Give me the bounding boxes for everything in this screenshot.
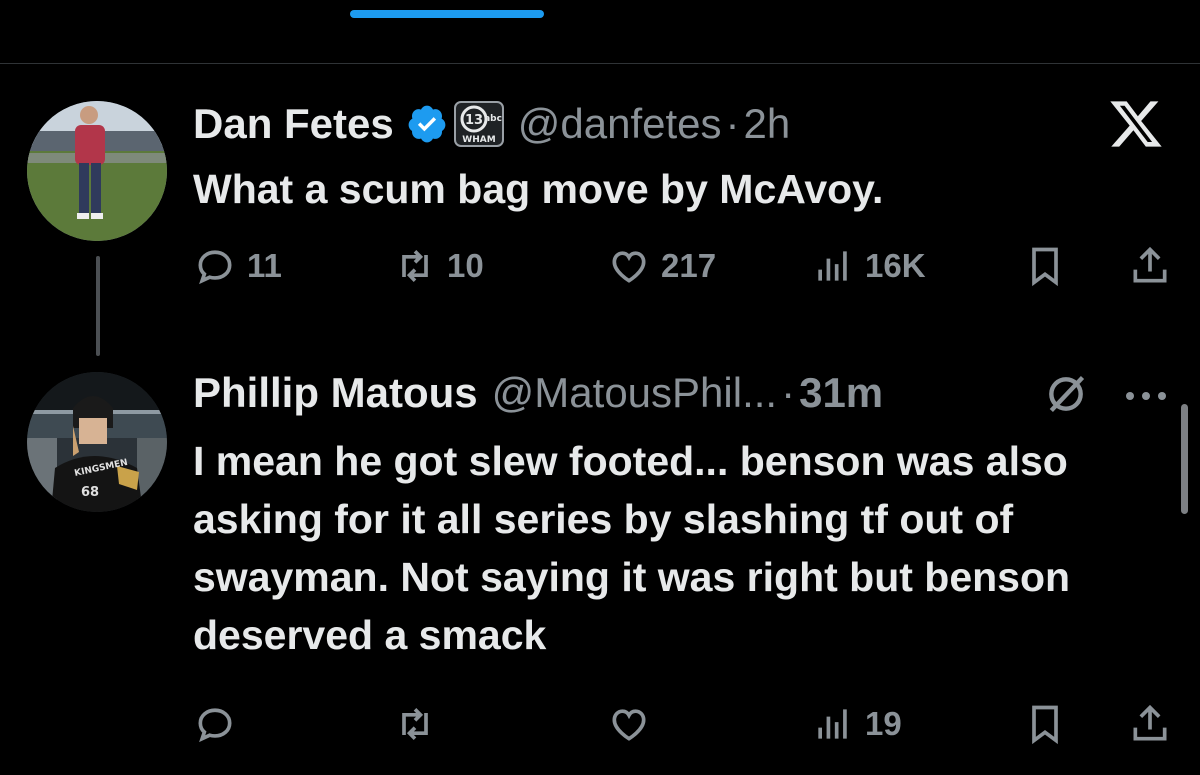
like-icon	[612, 709, 646, 741]
affiliation-number: 13	[465, 113, 483, 128]
author-handle[interactable]: @MatousPhil...	[492, 369, 777, 417]
timestamp[interactable]: 2h	[744, 100, 791, 148]
like-icon	[612, 251, 646, 283]
reply-button[interactable]	[193, 694, 247, 754]
bookmark-icon	[1032, 705, 1058, 745]
bookmark-button[interactable]	[1023, 236, 1077, 296]
jersey-number: 68	[81, 485, 99, 500]
bookmark-icon	[1032, 247, 1058, 287]
views-icon	[818, 251, 847, 281]
more-icon[interactable]	[1124, 390, 1168, 402]
active-tab-indicator	[350, 10, 544, 18]
reply-count: 11	[247, 247, 282, 284]
author-name[interactable]: Dan Fetes	[193, 100, 394, 148]
affiliation-abc: abc	[484, 114, 502, 124]
bookmark-button[interactable]	[1023, 694, 1077, 754]
share-icon	[1133, 246, 1167, 283]
tweet-2-header: Phillip Matous @MatousPhil... · 31m	[193, 365, 883, 421]
view-count: 19	[865, 705, 902, 742]
repost-button[interactable]: 10	[393, 236, 484, 296]
verified-icon	[408, 105, 446, 143]
repost-button[interactable]	[393, 694, 447, 754]
repost-icon	[402, 708, 428, 740]
scrollbar[interactable]	[1181, 404, 1188, 514]
tweet-2-text: I mean he got slew footed... benson was …	[193, 438, 1071, 658]
views-icon	[818, 709, 847, 739]
abc-13-wham-logo-icon: 13 abc WHAM	[453, 101, 504, 147]
repost-count: 10	[447, 247, 484, 284]
like-count: 217	[661, 247, 717, 284]
thread-connector	[96, 256, 100, 356]
tweet-1-actions: 11 10 217 16K	[193, 236, 1173, 296]
share-icon	[1133, 704, 1167, 741]
share-button[interactable]	[1128, 694, 1182, 754]
x-logo-icon[interactable]	[1108, 96, 1164, 152]
avatar-phillip-matous[interactable]: KINGSMEN 68	[27, 372, 167, 512]
separator: ·	[781, 369, 796, 416]
view-count: 16K	[865, 247, 926, 284]
views-button[interactable]: 19	[811, 694, 902, 754]
affiliation-wham: WHAM	[462, 135, 495, 145]
author-name[interactable]: Phillip Matous	[193, 369, 478, 417]
reply-button[interactable]: 11	[193, 236, 282, 296]
reply-icon	[198, 708, 232, 743]
like-button[interactable]: 217	[607, 236, 716, 296]
timestamp[interactable]: 31m	[799, 369, 883, 417]
divider	[0, 63, 1200, 64]
reply-icon	[198, 250, 232, 285]
avatar-dan-fetes[interactable]	[27, 101, 167, 241]
views-button[interactable]: 16K	[811, 236, 926, 296]
repost-icon	[402, 250, 428, 282]
tweet-1-text: What a scum bag move by McAvoy.	[193, 166, 884, 212]
like-button[interactable]	[607, 694, 661, 754]
share-button[interactable]	[1128, 236, 1182, 296]
muted-icon[interactable]	[1044, 372, 1088, 416]
tweet-2-actions: 19	[193, 694, 1173, 754]
author-handle[interactable]: @danfetes	[518, 100, 722, 148]
tweet-1-header: Dan Fetes 13 abc WHAM @danfetes · 2h	[193, 96, 790, 152]
separator: ·	[725, 100, 740, 147]
